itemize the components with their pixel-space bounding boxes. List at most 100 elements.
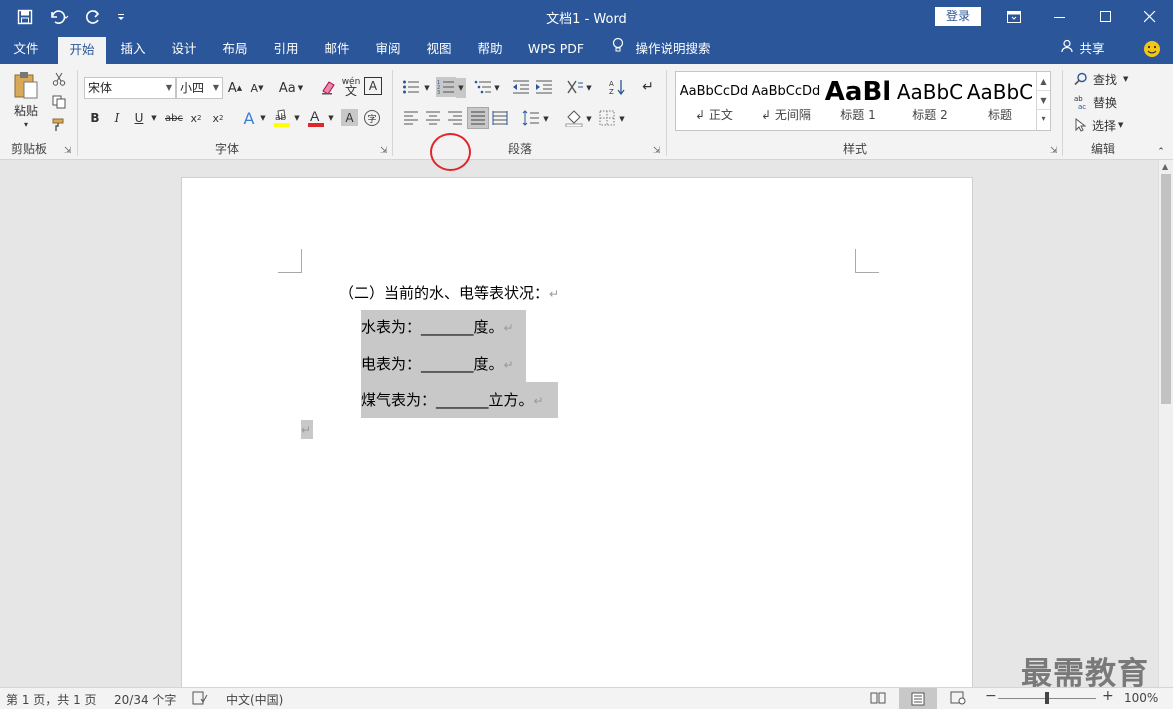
vertical-scrollbar[interactable]: ▲ xyxy=(1158,160,1173,687)
scroll-up-icon[interactable]: ▲ xyxy=(1162,162,1168,171)
tab-wps-pdf[interactable]: WPS PDF xyxy=(522,34,590,64)
word-count[interactable]: 20/34 个字 xyxy=(114,691,176,708)
doc-line-water[interactable]: 水表为：_______度。↵ xyxy=(361,310,526,346)
underline-dropdown-icon[interactable]: ▼ xyxy=(149,108,159,128)
styles-scroll[interactable]: ▲ ▼ ▾ xyxy=(1036,72,1050,130)
paste-button[interactable]: 粘贴 xyxy=(8,102,44,118)
ribbon-display-options-icon[interactable] xyxy=(991,0,1037,34)
collapse-ribbon-icon[interactable]: ⌃ xyxy=(1154,146,1168,158)
numbering-dropdown-icon[interactable]: ▼ xyxy=(456,78,466,98)
distributed-icon[interactable] xyxy=(490,108,510,128)
text-effects-icon[interactable]: A xyxy=(240,107,258,129)
align-right-icon[interactable] xyxy=(445,108,465,128)
login-button[interactable]: 登录 xyxy=(935,7,981,26)
chevron-down-icon[interactable]: ▼ xyxy=(258,108,268,128)
more-styles-icon[interactable]: ▾ xyxy=(1037,110,1050,128)
doc-line-electric[interactable]: 电表为：_______度。↵ xyxy=(361,346,526,382)
justify-icon[interactable] xyxy=(467,107,489,129)
select-button[interactable]: 选择 ▼ xyxy=(1074,116,1134,134)
chevron-down-icon[interactable]: ▼ xyxy=(584,109,594,129)
tab-file[interactable]: 文件 xyxy=(4,34,48,64)
chevron-down-icon[interactable]: ▼ xyxy=(422,78,432,98)
zoom-in-icon[interactable]: + xyxy=(1102,688,1114,704)
underline-icon[interactable]: U xyxy=(131,108,147,128)
style-title[interactable]: AaBbC 标题 xyxy=(964,72,1036,130)
replace-button[interactable]: ab ac 替换 xyxy=(1074,93,1124,111)
highlighter-icon[interactable]: ab xyxy=(272,107,292,129)
print-layout-icon[interactable] xyxy=(899,688,937,709)
decrease-indent-icon[interactable] xyxy=(510,77,532,97)
chevron-down-icon[interactable]: ▼ xyxy=(584,78,594,98)
tab-help[interactable]: 帮助 xyxy=(469,34,511,64)
page-count[interactable]: 第 1 页，共 1 页 xyxy=(6,691,97,708)
character-shading-icon[interactable]: A xyxy=(341,109,358,126)
character-border-icon[interactable]: A xyxy=(364,77,382,95)
sort-icon[interactable]: AZ xyxy=(606,76,628,98)
font-name-select[interactable]: 宋体 ▼ xyxy=(84,77,176,99)
tab-home[interactable]: 开始 xyxy=(58,37,106,64)
find-button[interactable]: 查找 ▼ xyxy=(1074,70,1138,88)
web-layout-icon[interactable] xyxy=(950,691,966,708)
chevron-down-icon[interactable]: ▼ xyxy=(326,108,336,128)
tab-mailings[interactable]: 邮件 xyxy=(316,34,358,64)
show-hide-marks-icon[interactable]: ↵ xyxy=(638,76,658,98)
share-button[interactable]: 共享 xyxy=(1076,34,1108,64)
tab-layout[interactable]: 布局 xyxy=(214,34,256,64)
paste-dropdown-icon[interactable]: ▾ xyxy=(18,118,34,130)
grow-font-icon[interactable]: A ▲ xyxy=(226,78,244,98)
scroll-down-icon[interactable]: ▼ xyxy=(1037,91,1050,110)
style-no-spacing[interactable]: AaBbCcDd ↲ 无间隔 xyxy=(750,72,822,130)
clear-formatting-icon[interactable] xyxy=(318,78,338,98)
chevron-down-icon[interactable]: ▼ xyxy=(492,78,502,98)
undo-icon[interactable] xyxy=(44,5,74,29)
font-color-icon[interactable]: A xyxy=(306,107,326,129)
borders-icon[interactable] xyxy=(597,108,617,128)
style-normal[interactable]: AaBbCcDd ↲ 正文 xyxy=(678,72,750,130)
styles-launcher-icon[interactable]: ⇲ xyxy=(1050,146,1058,156)
read-mode-icon[interactable] xyxy=(870,691,886,708)
maximize-icon[interactable] xyxy=(1083,0,1129,34)
shading-icon[interactable] xyxy=(563,107,585,129)
customize-quick-access-icon[interactable] xyxy=(108,5,134,29)
tab-review[interactable]: 审阅 xyxy=(367,34,409,64)
format-painter-icon[interactable] xyxy=(50,116,68,134)
zoom-level[interactable]: 100% xyxy=(1124,691,1158,705)
shrink-font-icon[interactable]: A ▼ xyxy=(248,78,266,98)
align-left-icon[interactable] xyxy=(401,108,421,128)
bold-icon[interactable]: B xyxy=(87,108,103,128)
paste-icon[interactable] xyxy=(8,70,44,100)
multilevel-list-icon[interactable] xyxy=(472,77,494,97)
change-case-button[interactable]: Aa ▼ xyxy=(276,78,306,98)
language-indicator[interactable]: 中文(中国) xyxy=(226,691,283,708)
bullets-icon[interactable] xyxy=(400,77,422,97)
italic-icon[interactable]: I xyxy=(109,108,125,128)
font-size-select[interactable]: 小四 ▼ xyxy=(176,77,223,99)
subscript-icon[interactable]: x2 xyxy=(188,108,204,128)
scroll-thumb[interactable] xyxy=(1161,174,1171,404)
tab-insert[interactable]: 插入 xyxy=(112,34,154,64)
save-icon[interactable] xyxy=(12,5,38,29)
chevron-down-icon[interactable]: ▼ xyxy=(541,109,551,129)
chevron-down-icon[interactable]: ▼ xyxy=(617,109,627,129)
style-heading-1[interactable]: AaBl 标题 1 xyxy=(822,72,894,130)
proofing-icon[interactable] xyxy=(192,691,208,708)
increase-indent-icon[interactable] xyxy=(533,77,555,97)
chinese-layout-icon[interactable] xyxy=(564,77,586,97)
minimize-icon[interactable] xyxy=(1037,0,1083,34)
paragraph-launcher-icon[interactable]: ⇲ xyxy=(653,146,661,156)
doc-heading[interactable]: （二）当前的水、电等表状况：↵ xyxy=(339,282,559,303)
smiley-feedback-icon[interactable] xyxy=(1142,34,1162,64)
zoom-slider-thumb[interactable] xyxy=(1045,692,1049,704)
scroll-up-icon[interactable]: ▲ xyxy=(1037,72,1050,91)
tab-design[interactable]: 设计 xyxy=(164,34,204,64)
enclose-characters-icon[interactable]: 字 xyxy=(362,108,382,128)
redo-icon[interactable] xyxy=(80,5,106,29)
tab-view[interactable]: 视图 xyxy=(418,34,460,64)
font-launcher-icon[interactable]: ⇲ xyxy=(380,146,388,156)
copy-icon[interactable] xyxy=(50,93,68,111)
align-center-icon[interactable] xyxy=(423,108,443,128)
tell-me-search[interactable]: 操作说明搜索 xyxy=(634,34,712,64)
doc-line-gas[interactable]: 煤气表为：_______立方。↵ xyxy=(361,382,558,418)
empty-paragraph[interactable]: ↵ xyxy=(301,420,313,439)
cut-icon[interactable] xyxy=(50,70,68,88)
